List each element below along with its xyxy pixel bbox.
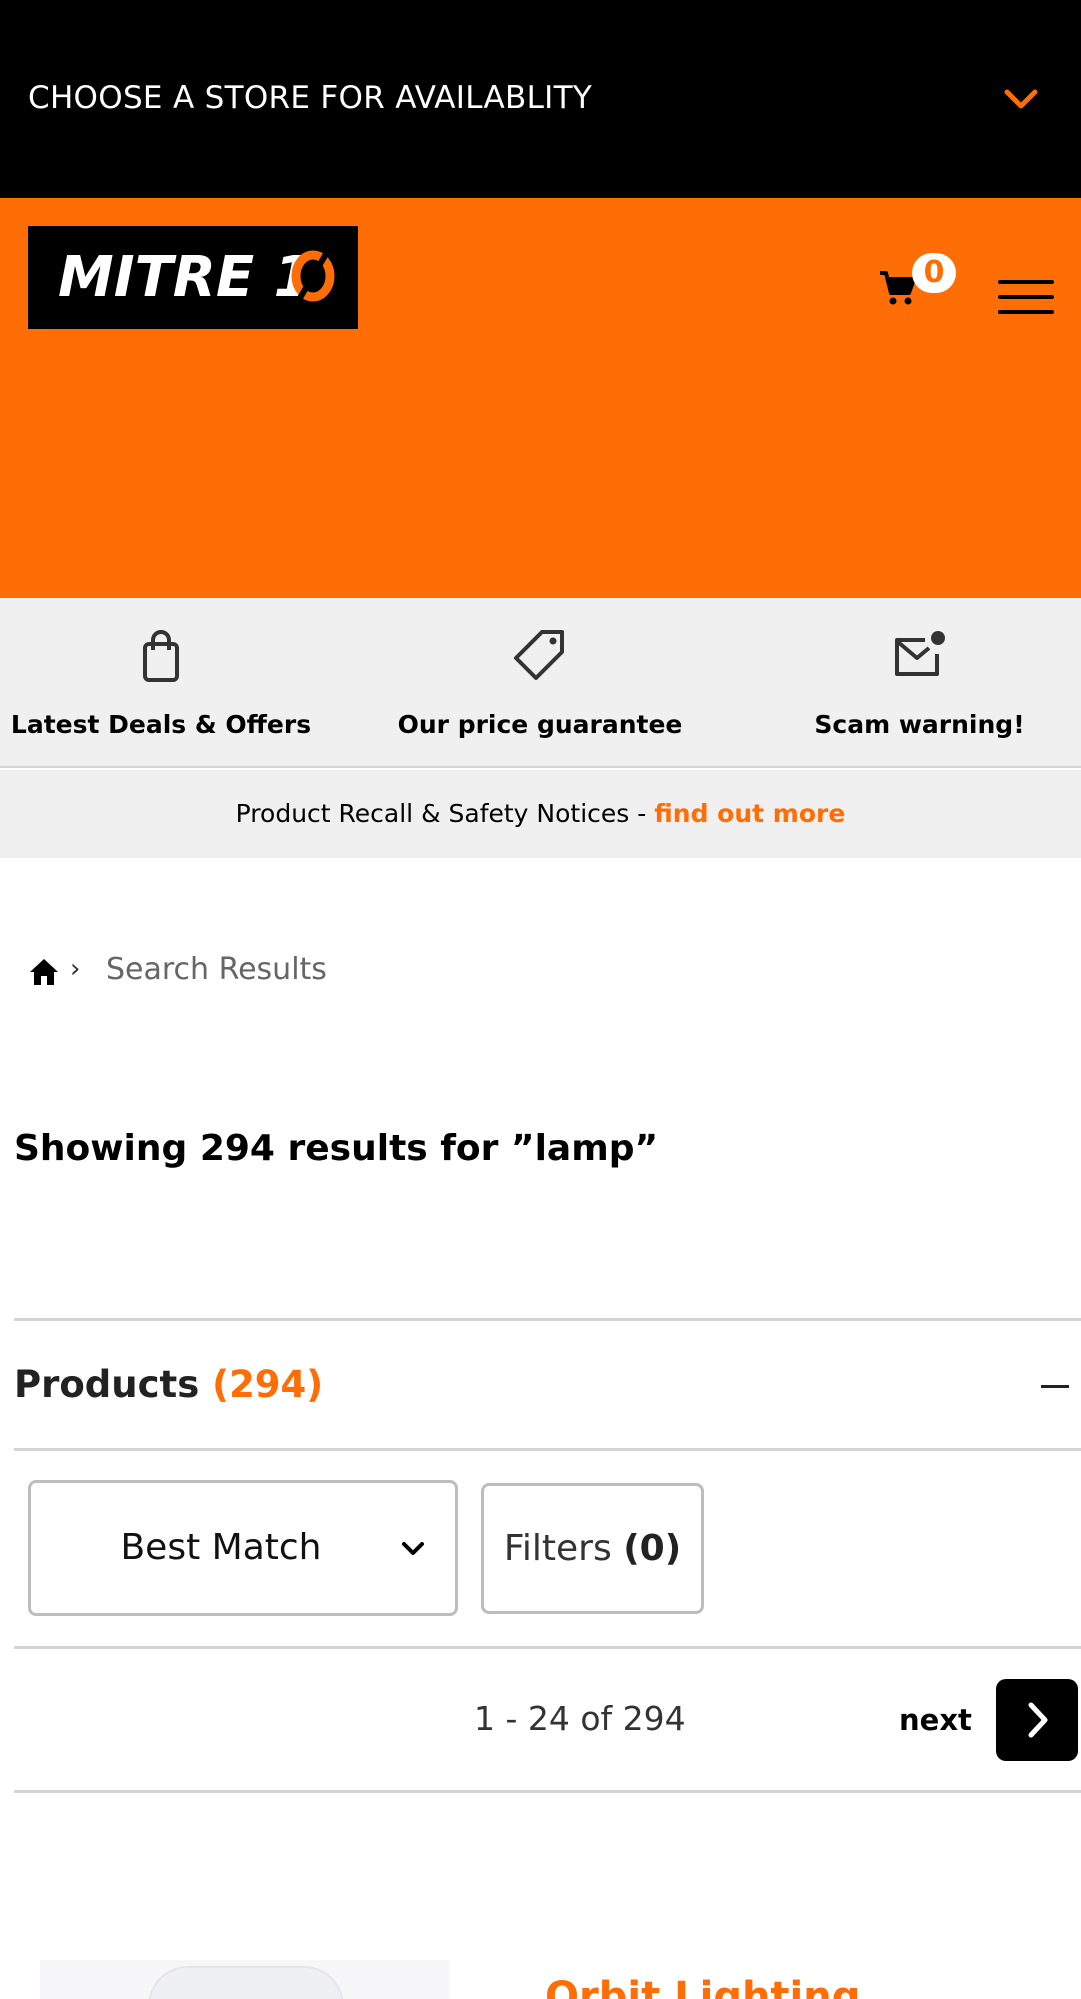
product-image[interactable] xyxy=(40,1960,450,1999)
results-heading: Showing 294 results for ”lamp” xyxy=(14,1128,659,1169)
lamp-image xyxy=(148,1966,344,1999)
mail-alert-icon xyxy=(895,631,945,676)
filters-label: Filters xyxy=(503,1528,612,1569)
next-page-label[interactable]: next xyxy=(899,1703,972,1737)
price-tag-icon xyxy=(514,630,564,680)
breadcrumb-separator: › xyxy=(70,954,81,984)
filters-count: (0) xyxy=(623,1528,682,1569)
home-icon[interactable] xyxy=(28,956,60,988)
quick-link-label: Latest Deals & Offers xyxy=(10,710,312,739)
quick-link-deals[interactable]: Latest Deals & Offers xyxy=(0,598,322,768)
quick-link-scam-warning[interactable]: Scam warning! xyxy=(758,598,1081,768)
chevron-down-icon xyxy=(402,1542,424,1555)
filters-button[interactable]: Filters (0) xyxy=(481,1483,704,1614)
quick-links-bar: Latest Deals & Offers Our price guarante… xyxy=(0,598,1081,768)
shopping-bag-icon xyxy=(143,630,179,682)
next-page-button[interactable] xyxy=(996,1679,1078,1761)
quick-link-price-guarantee[interactable]: Our price guarantee xyxy=(322,598,758,768)
hamburger-menu-icon[interactable] xyxy=(998,280,1054,316)
quick-link-label: Scam warning! xyxy=(814,710,1025,739)
store-selector-bar[interactable]: CHOOSE A STORE FOR AVAILABLITY xyxy=(0,0,1081,198)
store-selector-label[interactable]: CHOOSE A STORE FOR AVAILABLITY xyxy=(28,80,592,116)
sort-selected-value: Best Match xyxy=(120,1527,322,1568)
recall-notice: Product Recall & Safety Notices - find o… xyxy=(0,770,1081,858)
chevron-right-icon xyxy=(1028,1702,1048,1738)
product-brand[interactable]: Orbit Lighting xyxy=(545,1974,860,1999)
cart-count-badge[interactable]: 0 xyxy=(912,253,956,293)
products-label: Products xyxy=(14,1363,200,1406)
svg-text:MITRE 1: MITRE 1 xyxy=(58,245,313,310)
products-title: Products (294) xyxy=(14,1363,323,1406)
quick-link-label: Our price guarantee xyxy=(397,710,683,739)
recall-text: Product Recall & Safety Notices - xyxy=(235,799,655,828)
pagination-range: 1 - 24 of 294 xyxy=(474,1699,686,1738)
collapse-icon[interactable] xyxy=(1041,1385,1069,1388)
breadcrumb-current: Search Results xyxy=(106,952,327,987)
products-accordion-header[interactable]: Products (294) xyxy=(14,1318,1081,1451)
pagination: 1 - 24 of 294 next xyxy=(14,1646,1081,1793)
mitre10-logo[interactable]: MITRE 1 xyxy=(28,226,358,329)
chevron-down-icon[interactable] xyxy=(1001,84,1041,114)
site-header: MITRE 1 0 xyxy=(0,198,1081,736)
products-count: (294) xyxy=(212,1363,324,1406)
sort-select[interactable]: Best Match xyxy=(28,1480,458,1616)
recall-link[interactable]: find out more xyxy=(654,799,845,828)
